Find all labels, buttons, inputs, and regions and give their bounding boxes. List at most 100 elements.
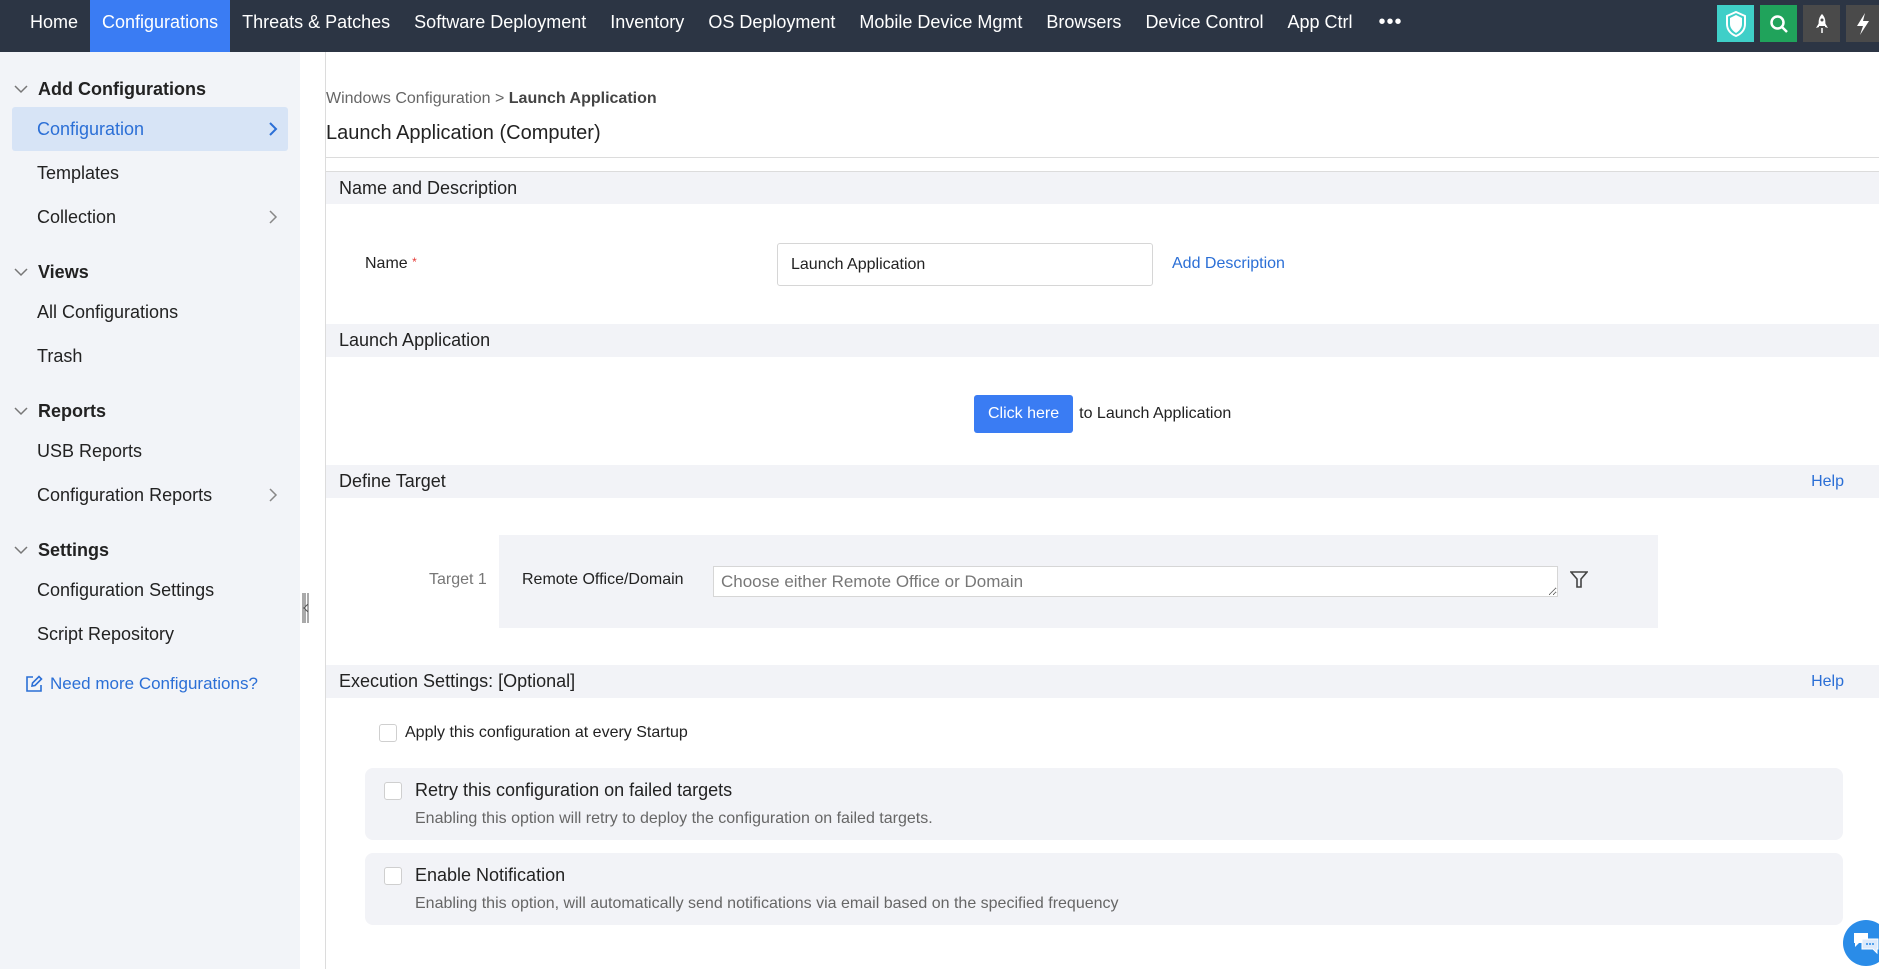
sidebar-item-label: Trash <box>37 345 83 366</box>
breadcrumb: Windows Configuration > Launch Applicati… <box>326 90 657 108</box>
sidebar-group-reports: Reports USB Reports Configuration Report… <box>0 398 300 517</box>
nav-threats-patches[interactable]: Threats & Patches <box>230 0 402 52</box>
chevron-down-icon <box>14 267 30 277</box>
name-label: Name * <box>365 255 417 273</box>
nav-inventory[interactable]: Inventory <box>598 0 696 52</box>
sidebar-item-configuration[interactable]: Configuration <box>12 107 288 151</box>
divider <box>326 157 1879 158</box>
nav-device-control[interactable]: Device Control <box>1133 0 1275 52</box>
target-label: Target 1 <box>429 571 487 588</box>
sidebar-group-header[interactable]: Settings <box>0 537 300 563</box>
name-label-text: Name <box>365 255 408 272</box>
retry-description: Enabling this option will retry to deplo… <box>415 810 933 827</box>
sidebar-item-label: All Configurations <box>37 301 179 322</box>
section-title: Execution Settings: [Optional] <box>339 671 576 691</box>
section-header-execution-settings: Execution Settings: [Optional] Help <box>326 665 1879 698</box>
required-mark: * <box>412 255 417 269</box>
chevron-right-icon <box>268 209 278 225</box>
chevron-down-icon <box>14 545 30 555</box>
shield-icon[interactable] <box>1717 5 1754 42</box>
nav-software-deployment[interactable]: Software Deployment <box>402 0 598 52</box>
sidebar-item-label: USB Reports <box>37 440 143 461</box>
sidebar-group-views: Views All Configurations Trash <box>0 259 300 378</box>
click-here-button[interactable]: Click here <box>974 395 1074 433</box>
add-description-link[interactable]: Add Description <box>1172 255 1285 273</box>
need-more-configurations-label: Need more Configurations? <box>50 674 258 693</box>
rocket-icon[interactable] <box>1803 5 1840 42</box>
nav-app-ctrl[interactable]: App Ctrl <box>1275 0 1364 52</box>
sidebar-item-configuration-reports[interactable]: Configuration Reports <box>12 473 288 517</box>
sidebar-item-label: Script Repository <box>37 623 175 644</box>
help-link[interactable]: Help <box>1811 473 1844 491</box>
edit-icon <box>24 674 44 694</box>
section-title: Launch Application <box>339 330 491 350</box>
section-header-define-target: Define Target Help <box>326 465 1879 498</box>
sidebar: Add Configurations Configuration Templat… <box>0 52 300 969</box>
sidebar-group-title: Add Configurations <box>38 78 206 99</box>
search-icon[interactable] <box>1760 5 1797 42</box>
sidebar-item-label: Configuration <box>37 118 145 139</box>
filter-icon[interactable] <box>1569 571 1589 594</box>
sidebar-collapse-handle[interactable] <box>302 593 310 623</box>
breadcrumb-parent[interactable]: Windows Configuration <box>326 90 491 107</box>
notification-title: Enable Notification <box>415 865 566 885</box>
sidebar-group-title: Views <box>38 261 89 282</box>
breadcrumb-current: Launch Application <box>508 90 657 107</box>
chevron-right-icon <box>268 121 278 137</box>
sidebar-item-trash[interactable]: Trash <box>12 334 288 378</box>
chevron-down-icon <box>14 84 30 94</box>
breadcrumb-separator: > <box>494 90 505 107</box>
sidebar-item-configuration-settings[interactable]: Configuration Settings <box>12 568 288 612</box>
notification-description: Enabling this option, will automatically… <box>415 895 1119 912</box>
main-content: Windows Configuration > Launch Applicati… <box>325 52 1879 969</box>
nav-browsers[interactable]: Browsers <box>1034 0 1133 52</box>
section-title: Name and Description <box>339 177 518 198</box>
startup-checkbox[interactable] <box>379 724 397 742</box>
target-box: Remote Office/Domain <box>499 535 1658 628</box>
need-more-configurations-link[interactable]: Need more Configurations? <box>24 674 300 694</box>
retry-option: Retry this configuration on failed targe… <box>365 768 1843 840</box>
section-header-name-description: Name and Description <box>326 171 1879 204</box>
nav-home[interactable]: Home <box>0 0 90 52</box>
page-title: Launch Application (Computer) <box>326 122 601 144</box>
remote-office-domain-input[interactable] <box>713 566 1558 597</box>
sidebar-group-header[interactable]: Reports <box>0 398 300 424</box>
sidebar-item-label: Configuration Settings <box>37 579 215 600</box>
notification-checkbox[interactable] <box>384 867 402 885</box>
sidebar-item-script-repository[interactable]: Script Repository <box>12 612 288 656</box>
startup-label: Apply this configuration at every Startu… <box>405 724 688 741</box>
launch-row: Click here to Launch Application <box>974 395 1231 433</box>
chevron-right-icon <box>268 487 278 503</box>
launch-suffix-text: to Launch Application <box>1079 405 1232 422</box>
startup-option: Apply this configuration at every Startu… <box>379 724 688 742</box>
sidebar-group-title: Settings <box>38 539 110 560</box>
help-link[interactable]: Help <box>1811 673 1844 691</box>
name-input[interactable] <box>777 243 1153 286</box>
top-icon-group <box>1717 5 1879 42</box>
sidebar-group-title: Reports <box>38 400 107 421</box>
sidebar-item-all-configurations[interactable]: All Configurations <box>12 290 288 334</box>
sidebar-item-label: Templates <box>37 162 120 183</box>
remote-office-domain-label: Remote Office/Domain <box>522 571 684 588</box>
sidebar-item-label: Collection <box>37 206 117 227</box>
sidebar-item-templates[interactable]: Templates <box>12 151 288 195</box>
bolt-icon[interactable] <box>1846 5 1879 42</box>
sidebar-group-header[interactable]: Add Configurations <box>0 76 300 102</box>
section-header-launch-application: Launch Application <box>326 324 1879 357</box>
sidebar-group-add-configurations: Add Configurations Configuration Templat… <box>0 76 300 239</box>
nav-configurations[interactable]: Configurations <box>90 0 231 52</box>
more-menu-icon[interactable]: ••• <box>1365 0 1417 52</box>
section-title: Define Target <box>339 471 446 491</box>
sidebar-item-label: Configuration Reports <box>37 484 213 505</box>
sidebar-group-settings: Settings Configuration Settings Script R… <box>0 537 300 656</box>
retry-title: Retry this configuration on failed targe… <box>415 780 733 800</box>
nav-os-deployment[interactable]: OS Deployment <box>696 0 847 52</box>
sidebar-group-header[interactable]: Views <box>0 259 300 285</box>
notification-option: Enable Notification Enabling this option… <box>365 853 1843 925</box>
chevron-down-icon <box>14 406 30 416</box>
nav-mobile-device-mgmt[interactable]: Mobile Device Mgmt <box>847 0 1034 52</box>
sidebar-item-collection[interactable]: Collection <box>12 195 288 239</box>
sidebar-item-usb-reports[interactable]: USB Reports <box>12 429 288 473</box>
retry-checkbox[interactable] <box>384 782 402 800</box>
top-navigation-bar: Home Configurations Threats & Patches So… <box>0 0 1879 52</box>
